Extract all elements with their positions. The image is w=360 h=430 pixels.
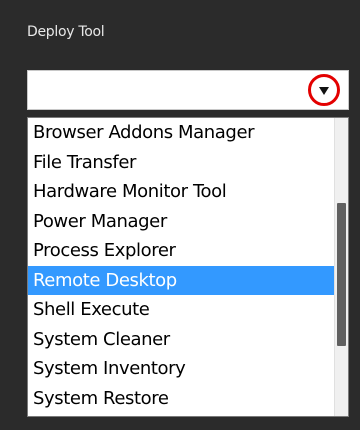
dropdown-options: Browser Addons Manager File Transfer Hardw…: [28, 118, 334, 413]
deploy-tool-select[interactable]: [27, 70, 349, 110]
dropdown-option[interactable]: Process Explorer: [28, 236, 334, 266]
dropdown-scrollbar[interactable]: [334, 118, 348, 416]
dropdown-option[interactable]: Remote Desktop: [28, 265, 334, 295]
dropdown-option[interactable]: System Restore: [28, 384, 334, 414]
chevron-down-icon: [319, 87, 329, 95]
dropdown-option[interactable]: File Transfer: [28, 148, 334, 178]
deploy-panel: Deploy Tool Browser Addons Manager File T…: [0, 0, 360, 430]
dropdown-option[interactable]: System Inventory: [28, 354, 334, 384]
dropdown-option[interactable]: Browser Addons Manager: [28, 118, 334, 148]
dropdown-arrow-button[interactable]: [308, 74, 340, 106]
dropdown-option[interactable]: Hardware Monitor Tool: [28, 177, 334, 207]
dropdown-option[interactable]: Power Manager: [28, 207, 334, 237]
dropdown-option[interactable]: System Cleaner: [28, 325, 334, 355]
deploy-tool-label: Deploy Tool: [27, 24, 105, 40]
scrollbar-thumb[interactable]: [337, 203, 346, 346]
dropdown-option[interactable]: Shell Execute: [28, 295, 334, 325]
deploy-tool-dropdown-list[interactable]: Browser Addons Manager File Transfer Hardw…: [27, 117, 349, 417]
